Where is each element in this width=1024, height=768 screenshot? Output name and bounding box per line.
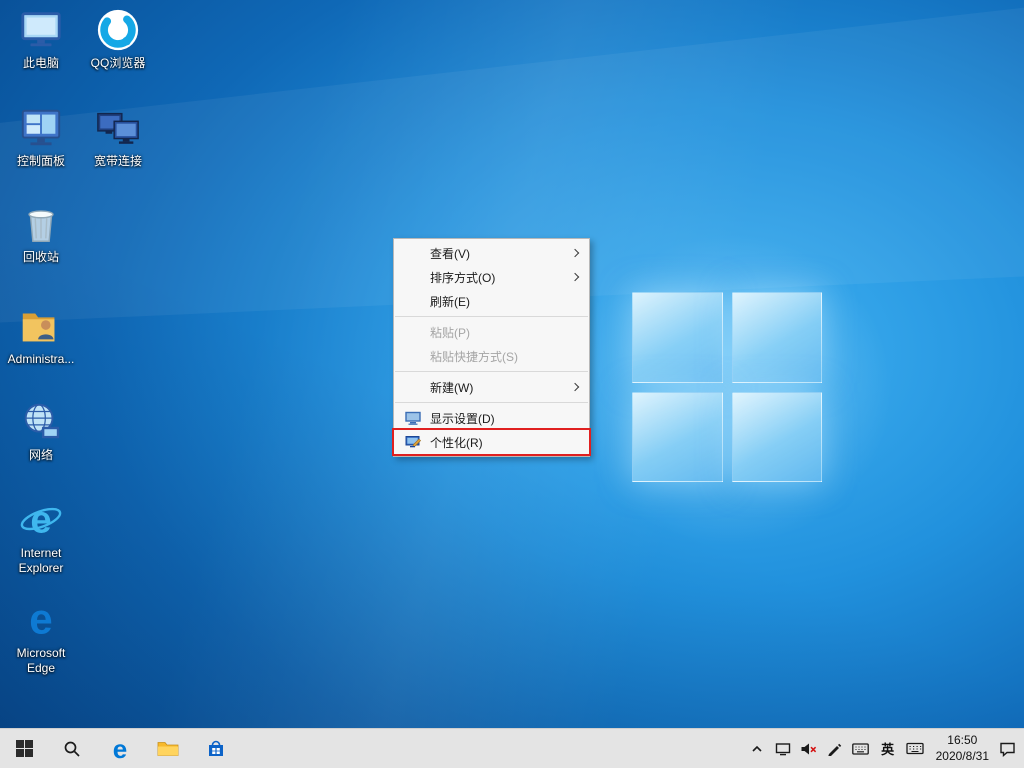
svg-text:e: e: [29, 597, 52, 642]
search-icon: [63, 740, 81, 758]
desktop-icon-label: 宽带连接: [94, 154, 142, 169]
edge-icon: e: [113, 736, 127, 762]
taskbar-file-explorer-button[interactable]: [144, 729, 192, 768]
submenu-arrow-icon: [571, 273, 579, 281]
pen-icon: [827, 741, 842, 756]
personalize-icon: [405, 434, 421, 450]
internet-explorer-icon: e: [18, 497, 64, 543]
touch-keyboard-icon: [906, 741, 924, 756]
taskbar-store-button[interactable]: [192, 729, 240, 768]
menu-item-label: 粘贴快捷方式(S): [430, 348, 518, 365]
submenu-arrow-icon: [571, 249, 579, 257]
submenu-arrow-icon: [571, 383, 579, 391]
clock-time: 16:50: [936, 733, 989, 749]
ime-keyboard-icon: [852, 742, 869, 756]
desktop-icon-internet-explorer[interactable]: e Internet Explorer: [2, 497, 80, 576]
windows-start-icon: [16, 740, 33, 757]
desktop-icon-broadband[interactable]: 宽带连接: [79, 105, 157, 169]
this-pc-icon: [18, 7, 64, 53]
desktop-icon-label: Administra...: [8, 352, 75, 367]
tray-ime-button[interactable]: [848, 729, 874, 768]
desktop-icon-qq-browser[interactable]: QQ浏览器: [79, 7, 157, 71]
tray-pen-button[interactable]: [822, 729, 848, 768]
chevron-up-icon: [750, 742, 764, 756]
svg-text:e: e: [30, 498, 51, 541]
tray-touch-keyboard-button[interactable]: [902, 729, 928, 768]
user-folder-icon: [18, 303, 64, 349]
menu-separator: [395, 371, 588, 372]
taskbar: e: [0, 728, 1024, 768]
tray-network-button[interactable]: [770, 729, 796, 768]
menu-item-sort-by[interactable]: 排序方式(O): [394, 265, 589, 289]
qq-browser-icon: [95, 7, 141, 53]
desktop-icon-microsoft-edge[interactable]: e Microsoft Edge: [2, 597, 80, 676]
menu-item-label: 显示设置(D): [430, 410, 495, 427]
menu-item-label: 查看(V): [430, 245, 470, 262]
desktop-icon-label: 网络: [29, 448, 53, 463]
windows-logo-pane: [632, 392, 723, 483]
start-button[interactable]: [0, 729, 48, 768]
menu-item-label: 个性化(R): [430, 434, 483, 451]
menu-item-label: 排序方式(O): [430, 269, 495, 286]
taskbar-edge-button[interactable]: e: [96, 729, 144, 768]
desktop-icon-label: QQ浏览器: [91, 56, 146, 71]
desktop-icon-recycle-bin[interactable]: 回收站: [2, 201, 80, 265]
windows-logo-pane: [632, 292, 723, 383]
menu-item-display-settings[interactable]: 显示设置(D): [394, 406, 589, 430]
recycle-bin-icon: [18, 201, 64, 247]
taskbar-left: e: [0, 729, 240, 768]
menu-item-paste-shortcut: 粘贴快捷方式(S): [394, 344, 589, 368]
desktop-icon-label: 回收站: [23, 250, 59, 265]
control-panel-icon: [18, 105, 64, 151]
windows-logo-pane: [732, 392, 823, 483]
action-center-icon: [999, 741, 1016, 757]
microsoft-store-icon: [206, 739, 226, 759]
broadband-connection-icon: [95, 105, 141, 151]
menu-item-label: 新建(W): [430, 379, 473, 396]
desktop[interactable]: 此电脑 QQ浏览器 控制面板: [0, 0, 1024, 768]
desktop-icon-label: Microsoft Edge: [2, 646, 80, 676]
desktop-icon-label: Internet Explorer: [2, 546, 80, 576]
menu-item-label: 刷新(E): [430, 293, 470, 310]
menu-item-new[interactable]: 新建(W): [394, 375, 589, 399]
action-center-button[interactable]: [997, 729, 1024, 768]
windows-logo-pane: [732, 292, 823, 383]
tray-volume-button[interactable]: [796, 729, 822, 768]
search-button[interactable]: [48, 729, 96, 768]
desktop-icon-this-pc[interactable]: 此电脑: [2, 7, 80, 71]
clock-date: 2020/8/31: [936, 749, 989, 765]
taskbar-clock[interactable]: 16:50 2020/8/31: [928, 733, 997, 764]
desktop-icon-label: 控制面板: [17, 154, 65, 169]
menu-separator: [395, 316, 588, 317]
menu-item-personalize[interactable]: 个性化(R): [394, 430, 589, 454]
network-icon: [18, 399, 64, 445]
desktop-icon-administrator[interactable]: Administra...: [2, 303, 80, 367]
tray-language-indicator[interactable]: 英: [874, 729, 902, 768]
desktop-icon-label: 此电脑: [23, 56, 59, 71]
menu-item-view[interactable]: 查看(V): [394, 241, 589, 265]
desktop-context-menu: 查看(V) 排序方式(O) 刷新(E) 粘贴(P) 粘贴快捷方式(S) 新建(W…: [393, 238, 590, 457]
desktop-icon-control-panel[interactable]: 控制面板: [2, 105, 80, 169]
network-status-icon: [775, 741, 791, 757]
menu-item-paste: 粘贴(P): [394, 320, 589, 344]
microsoft-edge-icon: e: [18, 597, 64, 643]
volume-muted-icon: [800, 741, 817, 757]
tray-show-hidden-icons-button[interactable]: [744, 729, 770, 768]
windows-logo: [632, 292, 822, 482]
system-tray: 英 16:50 2020/8/31: [744, 729, 1024, 768]
menu-item-label: 粘贴(P): [430, 324, 470, 341]
desktop-icon-network[interactable]: 网络: [2, 399, 80, 463]
display-settings-icon: [405, 410, 421, 426]
folder-icon: [157, 740, 179, 758]
menu-separator: [395, 402, 588, 403]
menu-item-refresh[interactable]: 刷新(E): [394, 289, 589, 313]
